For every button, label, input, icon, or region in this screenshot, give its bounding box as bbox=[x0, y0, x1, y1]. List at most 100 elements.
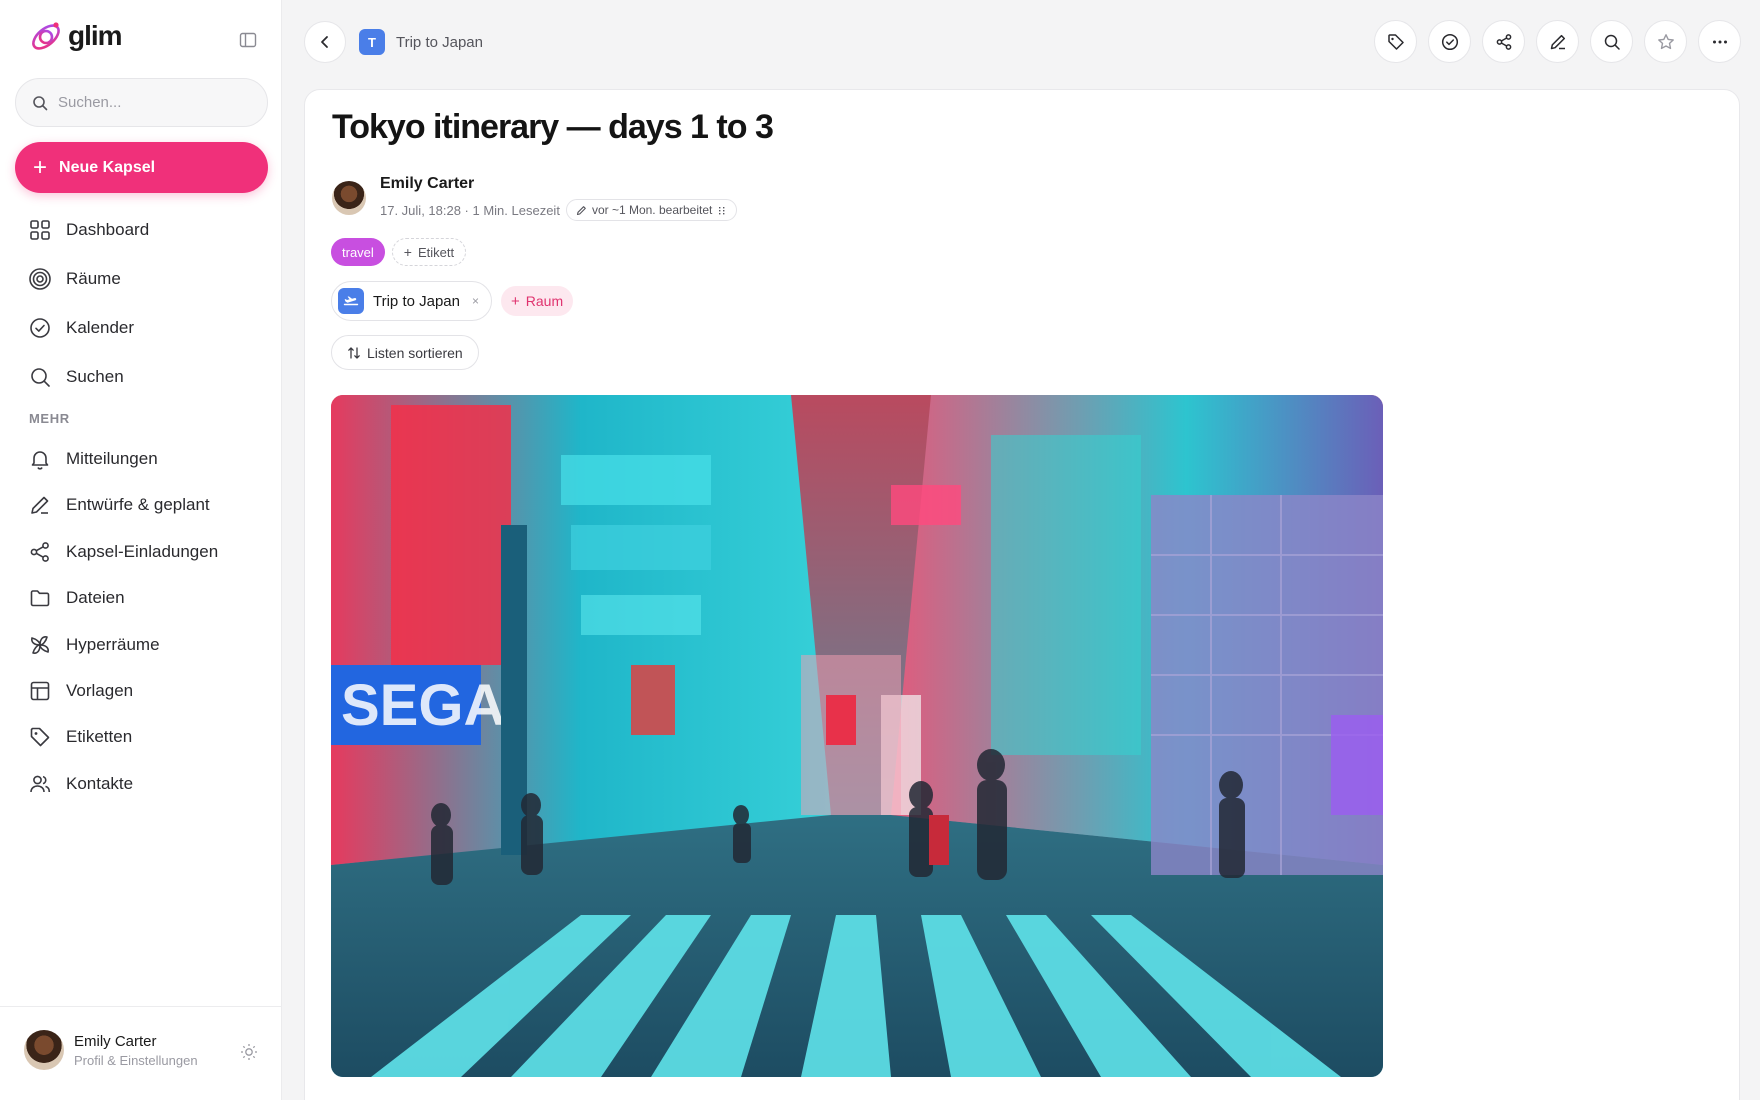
new-capsule-button[interactable]: + Neue Kapsel bbox=[15, 142, 268, 193]
tags-row: travel + Etikett bbox=[331, 238, 467, 266]
author-row: Emily Carter 17. Juli, 18:28 · 1 Min. Le… bbox=[332, 175, 738, 221]
section-label-more: MEHR bbox=[29, 411, 70, 426]
search-icon bbox=[28, 365, 52, 389]
space-chip-label: Trip to Japan bbox=[373, 292, 460, 310]
back-button[interactable] bbox=[304, 21, 346, 63]
users-icon bbox=[28, 772, 52, 796]
plane-icon bbox=[338, 288, 364, 314]
capsule-image[interactable]: SEGA bbox=[331, 395, 1383, 1077]
profile-button[interactable]: Emily Carter Profil & Einstellungen bbox=[24, 1030, 198, 1070]
plus-icon: + bbox=[33, 153, 48, 181]
star-icon bbox=[1657, 33, 1674, 49]
grip-icon bbox=[719, 207, 725, 215]
nav-item-hyperraeume[interactable]: Hyperräume bbox=[28, 630, 160, 660]
logo-icon bbox=[32, 22, 60, 50]
nav-item-suchen[interactable]: Suchen bbox=[28, 362, 124, 392]
search-input[interactable] bbox=[58, 94, 248, 111]
profile-subtitle: Profil & Einstellungen bbox=[74, 1052, 198, 1068]
sidebar-search[interactable] bbox=[15, 78, 268, 127]
app-logo[interactable]: glim bbox=[26, 16, 123, 56]
add-tag-button[interactable]: + Etikett bbox=[391, 238, 467, 266]
grid-icon bbox=[28, 218, 52, 242]
complete-button[interactable] bbox=[1428, 20, 1471, 63]
nav-item-dashboard[interactable]: Dashboard bbox=[28, 215, 149, 245]
nav-item-vorlagen[interactable]: Vorlagen bbox=[28, 676, 133, 706]
pencil-icon bbox=[28, 493, 52, 517]
sidebar-panel-icon bbox=[239, 32, 257, 48]
more-icon bbox=[1712, 40, 1727, 43]
add-tag-label: Etikett bbox=[417, 244, 455, 260]
nav-item-mitteilungen[interactable]: Mitteilungen bbox=[28, 444, 158, 474]
search-icon bbox=[1604, 34, 1620, 50]
theme-toggle-button[interactable] bbox=[237, 1040, 261, 1064]
nav-label: Vorlagen bbox=[66, 681, 134, 700]
nav-item-raeume[interactable]: Räume bbox=[28, 264, 121, 294]
nav-label: Dashboard bbox=[66, 220, 150, 239]
nav-label: Kalender bbox=[66, 318, 135, 337]
sun-icon bbox=[241, 1044, 257, 1060]
add-space-label: Raum bbox=[525, 293, 564, 309]
edit-history-pill[interactable]: vor ~1 Mon. bearbeitet bbox=[565, 199, 738, 221]
tag-icon bbox=[1387, 33, 1404, 50]
tag-travel[interactable]: travel bbox=[331, 238, 385, 266]
sort-lists-label: Listen sortieren bbox=[367, 344, 463, 361]
nav-label: Entwürfe & geplant bbox=[66, 495, 210, 514]
nav-item-dateien[interactable]: Dateien bbox=[28, 583, 125, 613]
search-icon bbox=[33, 95, 48, 110]
svg-text:SEGA: SEGA bbox=[341, 673, 505, 738]
share-icon bbox=[1496, 33, 1511, 50]
plus-icon: + bbox=[511, 292, 520, 310]
pinwheel-icon bbox=[28, 633, 52, 657]
sort-icon bbox=[347, 346, 361, 360]
nav-label: Räume bbox=[66, 269, 121, 288]
nav-label: Kapsel-Einladungen bbox=[66, 542, 219, 561]
space-badge: T bbox=[359, 29, 385, 55]
nav-label: Etiketten bbox=[66, 727, 133, 746]
more-button[interactable] bbox=[1698, 20, 1741, 63]
tag-icon bbox=[28, 725, 52, 749]
spaces-row: Trip to Japan × + Raum bbox=[331, 281, 574, 321]
template-icon bbox=[28, 679, 52, 703]
favorite-button[interactable] bbox=[1644, 20, 1687, 63]
folder-icon bbox=[28, 586, 52, 610]
nav-item-etiketten[interactable]: Etiketten bbox=[28, 722, 132, 752]
sort-lists-button[interactable]: Listen sortieren bbox=[331, 335, 479, 370]
remove-space-icon[interactable]: × bbox=[472, 294, 479, 308]
sidebar: glim + Neue Kapsel Dashboard Räume bbox=[0, 0, 282, 1100]
breadcrumb-label: Trip to Japan bbox=[396, 33, 483, 51]
search-button[interactable] bbox=[1590, 20, 1633, 63]
capsule-toolbar bbox=[1374, 20, 1741, 63]
nav-item-kontakte[interactable]: Kontakte bbox=[28, 769, 133, 799]
new-capsule-label: Neue Kapsel bbox=[59, 158, 156, 176]
chevron-left-icon bbox=[321, 36, 328, 48]
edited-label: vor ~1 Mon. bearbeitet bbox=[591, 203, 713, 217]
nav-label: Suchen bbox=[66, 367, 124, 386]
nav-label: Kontakte bbox=[66, 774, 134, 793]
share-button[interactable] bbox=[1482, 20, 1525, 63]
tokyo-street-image: SEGA bbox=[331, 395, 1383, 1077]
capsule-title[interactable]: Tokyo itinerary — days 1 to 3 bbox=[332, 108, 774, 147]
sidebar-toggle-button[interactable] bbox=[236, 28, 260, 52]
nav-item-kalender[interactable]: Kalender bbox=[28, 313, 134, 343]
avatar bbox=[24, 1030, 64, 1070]
author-avatar bbox=[332, 181, 366, 215]
tag-button[interactable] bbox=[1374, 20, 1417, 63]
capsule-meta: 17. Juli, 18:28 · 1 Min. Lesezeit bbox=[380, 202, 560, 218]
target-icon bbox=[28, 267, 52, 291]
check-circle-icon bbox=[1441, 33, 1458, 50]
edit-button[interactable] bbox=[1536, 20, 1579, 63]
plus-icon: + bbox=[403, 244, 412, 260]
pencil-icon bbox=[576, 205, 586, 215]
nav-item-einladungen[interactable]: Kapsel-Einladungen bbox=[28, 537, 218, 567]
profile-name: Emily Carter bbox=[74, 1032, 157, 1050]
add-space-button[interactable]: + Raum bbox=[501, 286, 574, 316]
author-name[interactable]: Emily Carter bbox=[380, 175, 737, 193]
share-icon bbox=[28, 540, 52, 564]
breadcrumb[interactable]: T Trip to Japan bbox=[359, 29, 483, 55]
bell-icon bbox=[28, 447, 52, 471]
space-chip[interactable]: Trip to Japan × bbox=[331, 281, 493, 321]
nav-label: Mitteilungen bbox=[66, 449, 158, 468]
nav-item-entwuerfe[interactable]: Entwürfe & geplant bbox=[28, 490, 210, 520]
pencil-icon bbox=[1550, 34, 1565, 49]
check-circle-icon bbox=[28, 316, 52, 340]
